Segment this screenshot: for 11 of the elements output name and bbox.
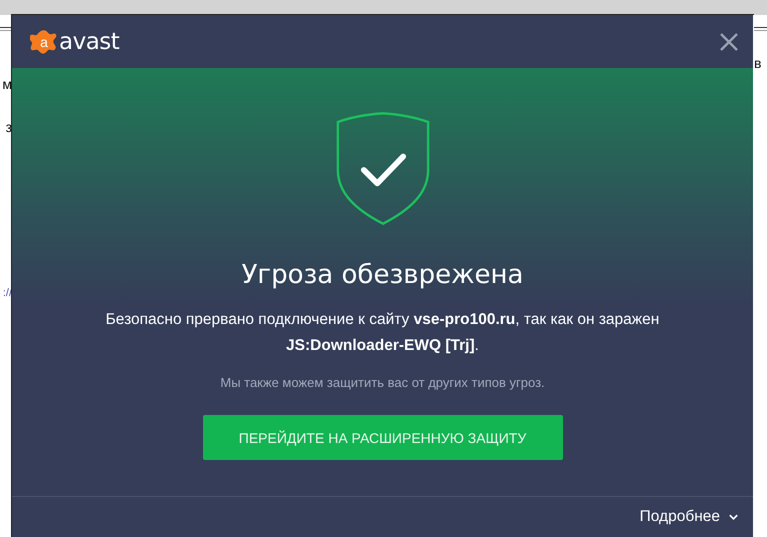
close-icon[interactable] <box>719 32 739 52</box>
brand-name: avast <box>59 28 120 54</box>
dialog-title: Угроза обезврежена <box>242 260 524 290</box>
text-fragment: м <box>2 76 12 92</box>
shield-check-icon <box>334 111 430 227</box>
chevron-icon <box>728 513 739 521</box>
logo-badge: a <box>30 28 58 55</box>
details-toggle[interactable]: Подробнее <box>640 508 739 526</box>
threat-message: Безопасно прервано подключение к сайту vse-pro100.ru, так как он заражен JS:Downloader-EWQ [Trj]. <box>104 310 660 356</box>
protection-note: Мы также можем защитить вас от других типов угроз. <box>220 375 545 390</box>
text-fragment: в <box>754 55 762 71</box>
